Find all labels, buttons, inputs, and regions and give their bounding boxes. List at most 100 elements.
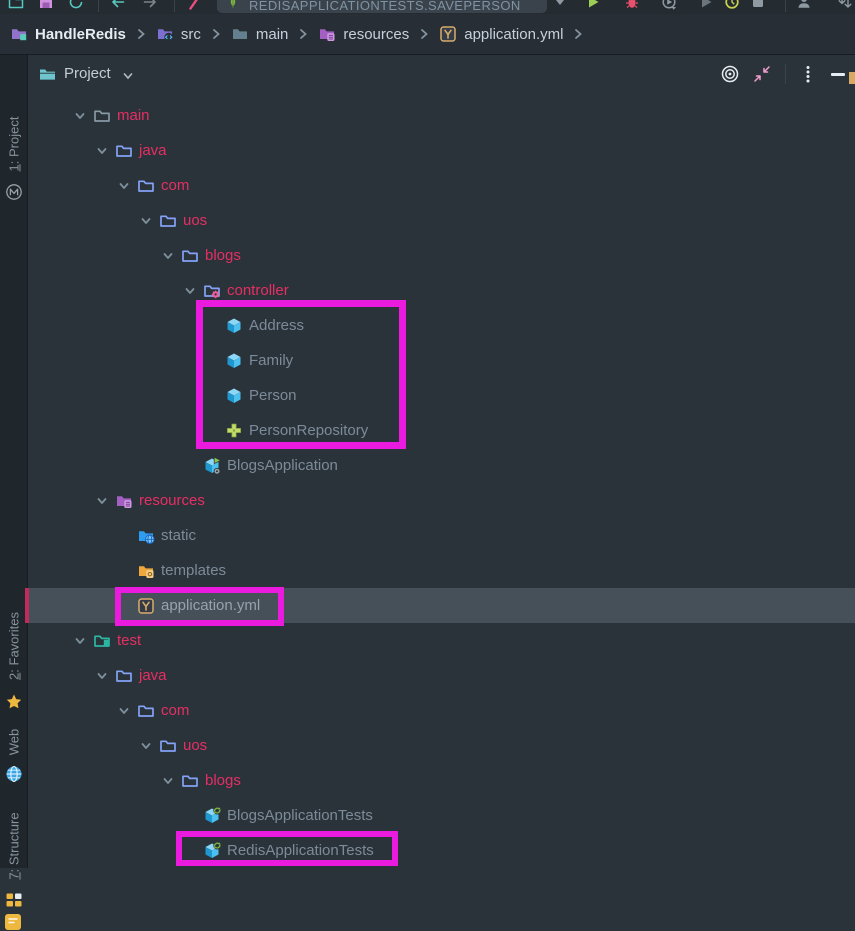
src-root-icon — [156, 25, 174, 43]
tree-item-blogs[interactable]: blogs — [28, 238, 855, 273]
tree-item-static[interactable]: static — [28, 518, 855, 553]
tree-item-family[interactable]: Family — [28, 343, 855, 378]
tree-item-person[interactable]: Person — [28, 378, 855, 413]
coverage-icon[interactable] — [661, 0, 677, 10]
structure-icon[interactable] — [5, 891, 23, 909]
chevron-down-icon[interactable] — [118, 180, 130, 192]
tree-item-redisapplicationtests[interactable]: RedisApplicationTests — [28, 833, 855, 868]
class-icon — [225, 352, 243, 370]
yaml-icon — [137, 597, 155, 615]
chevron-down-icon[interactable] — [74, 635, 86, 647]
chevron-placeholder — [184, 845, 196, 857]
options-menu-icon[interactable] — [798, 64, 818, 84]
select-opened-file-icon[interactable] — [720, 64, 740, 84]
folder-test-icon — [93, 632, 111, 650]
chevron-placeholder — [206, 390, 218, 402]
tree-item-blogsapplication[interactable]: BlogsApplication — [28, 448, 855, 483]
folder-main-icon — [93, 107, 111, 125]
tree-item-main[interactable]: main — [28, 98, 855, 133]
profiler-icon[interactable] — [724, 0, 740, 10]
chevron-down-icon[interactable] — [96, 495, 108, 507]
play-disabled-icon — [698, 0, 714, 10]
folder-blue-icon — [159, 737, 177, 755]
chevron-down-icon[interactable] — [96, 145, 108, 157]
toolbar-separator — [174, 0, 175, 12]
tree-item-label: BlogsApplicationTests — [227, 807, 373, 824]
chevron-placeholder — [184, 810, 196, 822]
tree-item-java[interactable]: java — [28, 658, 855, 693]
tree-item-test[interactable]: test — [28, 623, 855, 658]
run-icon[interactable] — [585, 0, 601, 10]
build-icon[interactable] — [187, 0, 203, 10]
tree-item-label: Family — [249, 352, 294, 369]
tree-item-address[interactable]: Address — [28, 308, 855, 343]
project-panel-header: Project — [28, 55, 855, 94]
tree-item-resources[interactable]: resources — [28, 483, 855, 518]
tree-item-label: uos — [183, 212, 208, 229]
chevron-down-icon[interactable] — [184, 285, 196, 297]
class-test-icon — [203, 806, 221, 825]
tree-item-label: com — [161, 702, 190, 719]
user-icon[interactable] — [796, 0, 812, 10]
tree-item-label: Person — [249, 387, 297, 404]
folder-blue-icon — [181, 772, 199, 790]
tree-item-blogsapplicationtests[interactable]: BlogsApplicationTests — [28, 798, 855, 833]
panel-title[interactable]: Project — [64, 65, 111, 82]
stop-icon — [750, 0, 766, 10]
tree-item-label: Address — [249, 317, 305, 334]
breadcrumb-project[interactable]: HandleRedis — [10, 25, 126, 43]
tool-icon[interactable] — [4, 913, 22, 931]
sync-icon[interactable] — [68, 0, 84, 10]
tree-item-label: test — [117, 632, 142, 649]
folder-icon — [231, 25, 249, 43]
breadcrumb-application-yml[interactable]: application.yml — [439, 25, 563, 43]
breadcrumb-chevron-icon — [296, 27, 310, 41]
chevron-down-icon[interactable] — [162, 775, 174, 787]
tree-item-controller[interactable]: controller — [28, 273, 855, 308]
star-icon[interactable] — [5, 693, 23, 711]
tree-item-label: com — [161, 177, 190, 194]
tree-item-com[interactable]: com — [28, 693, 855, 728]
chevron-placeholder — [206, 355, 218, 367]
run-configuration-select[interactable]: REDISAPPLICATIONTESTS.SAVEPERSON — [217, 0, 547, 13]
folder-blue-icon — [115, 142, 133, 160]
chevron-down-icon[interactable] — [122, 69, 134, 81]
tool-window-stripe: 1: Project 2: Favorites Web 7: Structure — [0, 55, 28, 930]
debug-icon[interactable] — [624, 0, 640, 10]
tree-item-personrepository[interactable]: PersonRepository — [28, 413, 855, 448]
folder-templates-icon — [137, 562, 155, 580]
open-project-icon[interactable] — [8, 0, 24, 10]
chevron-placeholder — [206, 425, 218, 437]
chevron-down-icon[interactable] — [74, 110, 86, 122]
tree-item-uos[interactable]: uos — [28, 203, 855, 238]
run-config-caret-icon[interactable] — [552, 0, 568, 10]
chevron-placeholder — [118, 565, 130, 577]
class-run-icon — [203, 456, 221, 475]
breadcrumb-chevron-icon — [134, 27, 148, 41]
tree-item-application-yml[interactable]: application.yml — [28, 588, 855, 623]
chevron-down-icon[interactable] — [140, 215, 152, 227]
globe-icon[interactable] — [5, 765, 23, 783]
back-icon[interactable] — [110, 0, 126, 10]
tree-item-blogs[interactable]: blogs — [28, 763, 855, 798]
forward-icon[interactable] — [142, 0, 158, 10]
breadcrumb-main[interactable]: main — [231, 25, 288, 43]
maven-icon[interactable] — [5, 183, 23, 201]
class-icon — [225, 317, 243, 335]
tree-item-com[interactable]: com — [28, 168, 855, 203]
tree-item-label: PersonRepository — [249, 422, 369, 439]
breadcrumb-src[interactable]: src — [156, 25, 201, 43]
save-all-icon[interactable] — [38, 0, 54, 10]
breadcrumb-resources[interactable]: resources — [318, 25, 409, 43]
tree-item-templates[interactable]: templates — [28, 553, 855, 588]
hide-panel-icon[interactable] — [828, 64, 848, 84]
collapse-all-icon[interactable] — [752, 64, 772, 84]
tree-item-java[interactable]: java — [28, 133, 855, 168]
chevron-down-icon[interactable] — [96, 670, 108, 682]
chevron-down-icon[interactable] — [140, 740, 152, 752]
project-root-icon — [10, 25, 28, 43]
update-project-icon[interactable] — [837, 0, 853, 10]
chevron-down-icon[interactable] — [118, 705, 130, 717]
tree-item-uos[interactable]: uos — [28, 728, 855, 763]
chevron-down-icon[interactable] — [162, 250, 174, 262]
